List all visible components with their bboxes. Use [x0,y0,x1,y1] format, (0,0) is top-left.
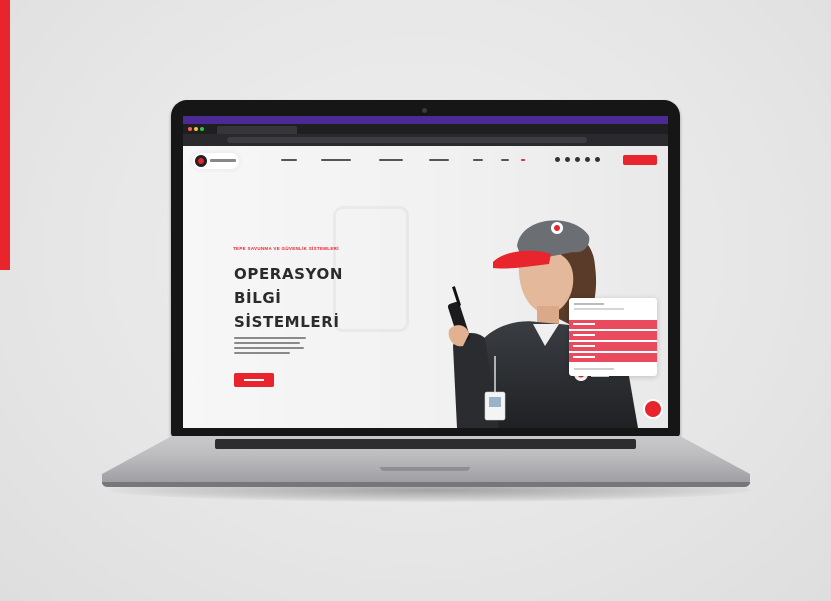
chat-popup[interactable] [569,298,657,376]
red-accent-strip [0,0,10,270]
laptop-hinge [215,439,636,449]
chat-launcher-icon[interactable] [643,399,663,419]
header-cta-button[interactable] [623,155,657,165]
background-phone-graphic [333,206,409,332]
trackpad-notch [380,467,470,471]
linkedin-icon[interactable] [585,157,590,162]
laptop-screen: TEPE SAVUNMA VE GÜVENLİK SİSTEMLERİ OPER… [183,116,668,428]
nav-item-cozumler[interactable] [379,159,403,161]
nav-item-kariyer[interactable] [429,159,449,161]
nav-item-blog[interactable] [501,159,509,161]
webcam-icon [422,108,427,113]
chat-option[interactable] [569,353,657,362]
language-flag-icon[interactable] [521,159,525,161]
hero-cta-button[interactable] [234,373,274,387]
close-window-icon[interactable] [188,127,192,131]
laptop-base-edge [102,482,750,487]
chat-option[interactable] [569,320,657,329]
instagram-icon[interactable] [555,157,560,162]
os-menu-bar [183,116,668,129]
nav-item-haber[interactable] [473,159,483,161]
nav-item-biz-kimiz[interactable] [281,159,297,161]
website-viewport: TEPE SAVUNMA VE GÜVENLİK SİSTEMLERİ OPER… [183,146,668,428]
logo-mark-icon [195,155,207,167]
hero-headline: OPERASYON BİLGİ SİSTEMLERİ [234,262,343,334]
logo-wordmark [210,159,236,162]
browser-address-bar [183,134,668,146]
nav-item-proje-yonetimi[interactable] [321,159,351,161]
url-field[interactable] [227,137,587,143]
site-logo[interactable] [193,153,239,169]
browser-tab-bar [183,124,668,134]
browser-tab[interactable] [217,126,297,134]
headline-line: BİLGİ [234,289,282,307]
youtube-icon[interactable] [595,157,600,162]
headline-line: OPERASYON [234,265,343,283]
hero-description [234,337,306,357]
site-navigation [183,146,668,174]
headline-line: SİSTEMLERİ [234,313,340,331]
maximize-window-icon[interactable] [200,127,204,131]
chat-option[interactable] [569,331,657,340]
minimize-window-icon[interactable] [194,127,198,131]
hero-eyebrow: TEPE SAVUNMA VE GÜVENLİK SİSTEMLERİ [233,246,339,251]
facebook-icon[interactable] [565,157,570,162]
twitter-icon[interactable] [575,157,580,162]
chat-option[interactable] [569,342,657,351]
